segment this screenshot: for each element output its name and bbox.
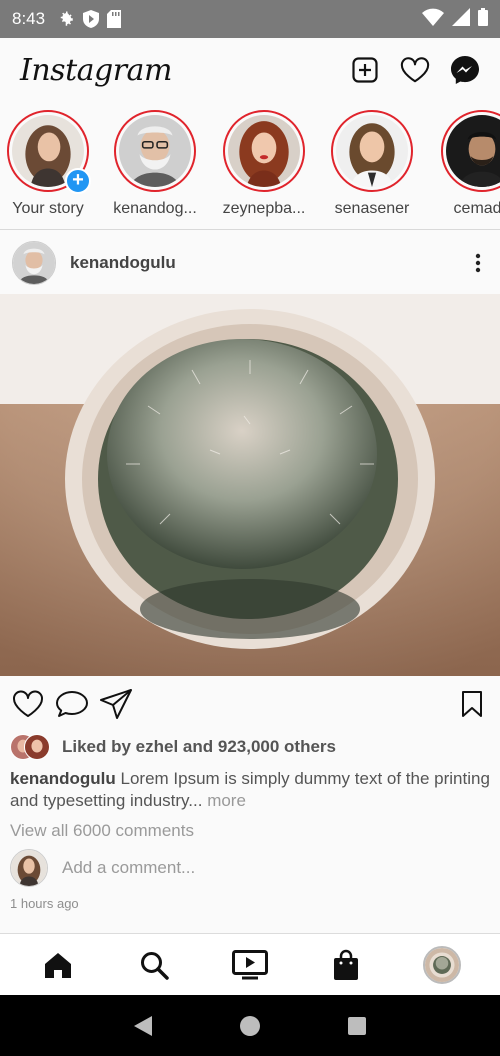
nav-profile-button[interactable] (420, 943, 464, 987)
like-button[interactable] (10, 686, 46, 722)
wifi-icon (422, 8, 444, 31)
heart-icon (13, 690, 43, 717)
shopping-bag-icon (334, 949, 358, 980)
story-item-own[interactable]: + Your story (0, 110, 98, 218)
post-caption: kenandogulu Lorem Ipsum is simply dummy … (10, 768, 490, 812)
home-circle-icon (239, 1015, 260, 1036)
bottom-navigation (0, 933, 500, 995)
story-ring: + (7, 110, 91, 194)
instagram-logo[interactable]: Instagram (20, 53, 172, 88)
view-all-comments-link[interactable]: View all 6000 comments (10, 821, 194, 841)
new-post-icon (352, 57, 378, 83)
story-item[interactable]: zeynepba... (214, 110, 314, 218)
caption-username[interactable]: kenandogulu (10, 769, 116, 788)
story-name: Your story (12, 200, 84, 217)
liker-avatar (24, 734, 50, 760)
nav-home-button[interactable] (36, 943, 80, 987)
app-header: Instagram (0, 38, 500, 102)
story-item[interactable]: senasener (322, 110, 422, 218)
nav-shop-button[interactable] (324, 943, 368, 987)
likes-text: Liked by ezhel and 923,000 others (62, 737, 337, 756)
share-button[interactable] (98, 686, 134, 722)
system-back-button[interactable] (129, 1012, 157, 1040)
post-options-button[interactable] (468, 248, 488, 278)
status-bar: 8:43 (0, 0, 500, 38)
sd-card-icon (107, 10, 122, 28)
messenger-button[interactable] (450, 55, 480, 85)
messenger-icon (451, 56, 479, 84)
caption-more-link[interactable]: more (202, 791, 246, 810)
story-item[interactable]: kenandog... (105, 110, 205, 218)
more-vertical-icon (475, 253, 481, 273)
story-name: zeynepba... (222, 200, 306, 217)
story-avatar (446, 115, 500, 187)
save-button[interactable] (454, 686, 490, 722)
nav-search-button[interactable] (132, 943, 176, 987)
story-ring (223, 110, 305, 192)
send-icon (100, 689, 132, 719)
post-image[interactable] (0, 294, 500, 676)
system-recents-button[interactable] (343, 1012, 371, 1040)
profile-avatar (423, 945, 461, 984)
settings-icon (57, 10, 75, 28)
story-name: cemadri (453, 200, 500, 217)
home-icon (45, 952, 71, 978)
story-avatar (119, 115, 191, 187)
shield-icon (83, 10, 100, 28)
post-header: kenandogulu (0, 232, 500, 294)
story-ring (441, 110, 500, 192)
comment-input[interactable]: Add a comment... (62, 858, 195, 878)
liked-by-avatars (10, 734, 54, 760)
signal-icon (452, 7, 470, 31)
comment-button[interactable] (54, 686, 90, 722)
new-post-button[interactable] (350, 55, 380, 85)
story-name: kenandog... (113, 200, 197, 217)
story-name: senasener (334, 200, 410, 217)
add-comment-row[interactable]: Add a comment... (10, 849, 490, 887)
post-username[interactable]: kenandogulu (70, 253, 176, 273)
story-ring (114, 110, 196, 192)
bookmark-icon (462, 691, 482, 717)
post-author-avatar[interactable] (12, 241, 56, 285)
search-icon (141, 951, 169, 980)
igtv-icon (232, 949, 268, 979)
stories-divider (0, 229, 500, 230)
post-timestamp: 1 hours ago (10, 896, 79, 911)
story-avatar (228, 115, 300, 187)
story-item[interactable]: cemadri (432, 110, 500, 218)
add-story-badge[interactable]: + (65, 168, 91, 194)
likes-row[interactable]: Liked by ezhel and 923,000 others (10, 734, 336, 760)
commenter-avatar (10, 849, 48, 887)
post-action-bar (0, 684, 500, 724)
system-home-button[interactable] (236, 1012, 264, 1040)
status-time: 8:43 (12, 9, 46, 28)
story-ring (331, 110, 413, 192)
heart-icon (400, 57, 430, 83)
comment-icon (56, 691, 88, 717)
recents-square-icon (347, 1016, 366, 1035)
back-triangle-icon (134, 1015, 153, 1036)
nav-igtv-button[interactable] (228, 943, 272, 987)
activity-button[interactable] (400, 55, 430, 85)
system-navigation-bar (0, 995, 500, 1056)
story-avatar (336, 115, 408, 187)
stories-tray: + Your story kenandog... zeynepba... sen… (0, 102, 500, 228)
battery-icon (478, 7, 488, 31)
